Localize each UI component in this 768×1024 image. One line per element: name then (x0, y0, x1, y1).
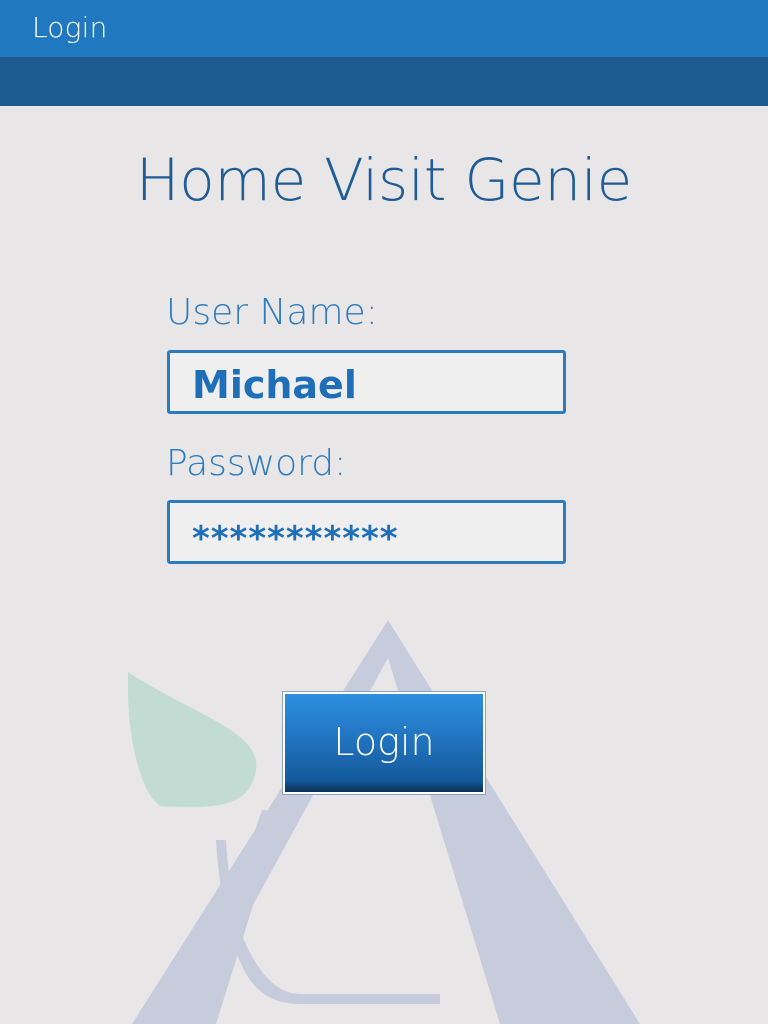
password-field[interactable]: *********** (167, 500, 566, 564)
title-bar: Login (0, 0, 768, 57)
password-label: Password: (166, 443, 347, 484)
toolbar-strip (0, 57, 768, 106)
login-button[interactable]: Login (283, 692, 485, 794)
username-field[interactable]: Michael (167, 350, 566, 414)
app-title: Home Visit Genie (135, 146, 633, 214)
triangle-logo-icon (132, 620, 640, 1024)
window-title: Login (32, 11, 108, 44)
password-value: *********** (192, 519, 399, 559)
leaf-icon (127, 672, 257, 808)
watermark-logo (127, 620, 640, 1024)
username-label: User Name: (166, 292, 378, 333)
username-value: Michael (192, 363, 357, 407)
